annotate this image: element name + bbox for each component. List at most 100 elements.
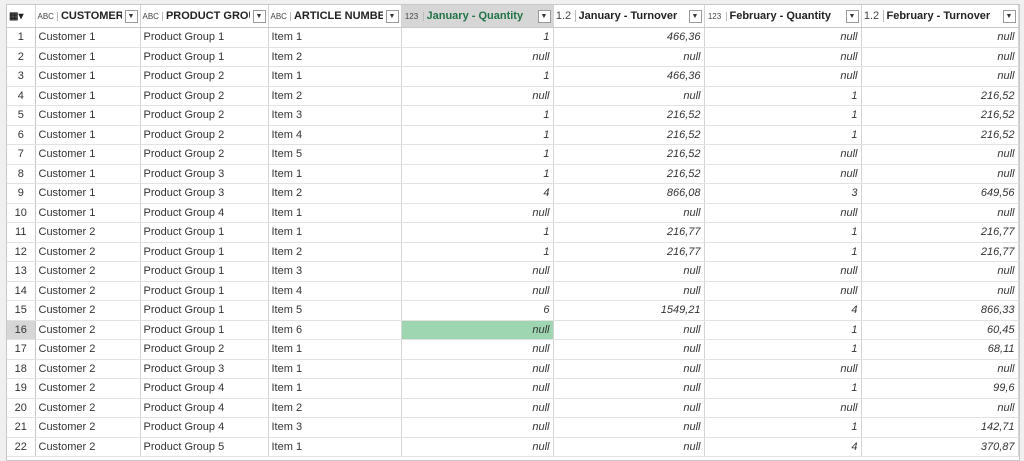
table-cell[interactable]: null [553,417,705,438]
table-row[interactable]: 9 Customer 1 Product Group 3 Item 2 4 866,08 3… [7,183,1019,204]
table-cell[interactable]: 6 [401,300,554,321]
row-number[interactable]: 20 [7,398,36,418]
column-type-icon[interactable]: ABC [143,11,163,21]
table-cell[interactable]: Product Group 4 [140,203,269,223]
table-cell[interactable]: Product Group 2 [140,66,269,87]
row-number[interactable]: 21 [7,417,36,438]
table-cell[interactable]: Product Group 2 [140,125,269,145]
table-cell[interactable]: 1 [704,86,862,106]
table-cell[interactable]: null [553,281,705,301]
table-cell[interactable]: 1 [401,242,554,262]
row-number[interactable]: 2 [7,47,36,67]
table-cell[interactable]: 1549,21 [553,300,705,321]
table-cell[interactable]: null [704,164,862,184]
table-cell[interactable]: Product Group 1 [140,242,269,262]
table-cell[interactable]: Product Group 3 [140,164,269,184]
table-cell[interactable]: null [704,47,862,67]
table-cell[interactable]: 866,08 [553,183,705,204]
table-cell[interactable]: 216,52 [861,105,1019,126]
table-cell[interactable]: Item 1 [268,339,402,360]
table-cell[interactable]: 649,56 [861,183,1019,204]
table-cell[interactable]: null [553,320,705,340]
table-cell[interactable]: 142,71 [861,417,1019,438]
table-cell[interactable]: 1 [401,27,554,48]
column-header-customer[interactable]: ABC CUSTOMER ▼ [35,5,141,28]
table-cell[interactable]: Product Group 5 [140,437,269,457]
table-cell[interactable]: null [704,27,862,48]
table-cell[interactable]: null [401,320,554,340]
table-cell[interactable]: 4 [704,300,862,321]
column-header-product-group[interactable]: ABCPRODUCT GROUP▼ [140,5,269,28]
row-number[interactable]: 19 [7,378,36,399]
table-cell[interactable]: null [401,378,554,399]
table-cell[interactable]: Customer 1 [35,27,141,48]
table-cell[interactable]: null [861,27,1019,48]
table-cell[interactable]: 99,6 [861,378,1019,399]
table-cell[interactable]: Product Group 1 [140,27,269,48]
table-cell[interactable]: Product Group 1 [140,300,269,321]
table-cell[interactable]: Product Group 4 [140,417,269,438]
table-cell[interactable]: Product Group 2 [140,86,269,106]
table-row[interactable]: 15 Customer 2 Product Group 1 Item 5 6 1549,2… [7,300,1019,321]
table-cell[interactable]: 60,45 [861,320,1019,340]
row-number[interactable]: 11 [7,222,36,243]
row-number[interactable]: 15 [7,300,36,321]
table-cell[interactable]: null [401,398,554,418]
table-cell[interactable]: Customer 2 [35,242,141,262]
column-header-february-turnover[interactable]: 1.2 February - Turnover ▼ [861,5,1019,28]
table-cell[interactable]: Item 2 [268,242,402,262]
table-row[interactable]: 21 Customer 2 Product Group 4 Item 3 null nul… [7,417,1019,438]
table-cell[interactable]: Item 1 [268,437,402,457]
row-number[interactable]: 17 [7,339,36,360]
table-cell[interactable]: null [704,203,862,223]
table-cell[interactable]: null [553,86,705,106]
table-cell[interactable]: null [704,359,862,379]
table-row[interactable]: 16 Customer 2 Product Group 1 Item 6 null nul… [7,320,1019,340]
table-cell[interactable]: Customer 1 [35,164,141,184]
table-cell[interactable]: Customer 1 [35,183,141,204]
table-cell[interactable]: null [861,359,1019,379]
row-number[interactable]: 9 [7,183,36,204]
table-row[interactable]: 13 Customer 2 Product Group 1 Item 3 null nul… [7,261,1019,282]
table-cell[interactable]: null [704,398,862,418]
table-cell[interactable]: null [553,437,705,457]
row-number[interactable]: 22 [7,437,36,457]
row-number[interactable]: 16 [7,320,36,340]
table-cell[interactable]: 1 [704,378,862,399]
row-number[interactable]: 10 [7,203,36,223]
table-cell[interactable]: null [704,66,862,87]
table-row[interactable]: 11 Customer 2 Product Group 1 Item 1 1 216,77… [7,222,1019,243]
row-number[interactable]: 18 [7,359,36,379]
table-cell[interactable]: Product Group 3 [140,183,269,204]
table-row[interactable]: 22 Customer 2 Product Group 5 Item 1 null nul… [7,437,1019,457]
table-cell[interactable]: 216,52 [553,105,705,126]
table-cell[interactable]: Product Group 1 [140,222,269,243]
table-cell[interactable]: Item 1 [268,203,402,223]
column-type-icon[interactable]: 1.2 [864,10,884,22]
table-cell[interactable]: 216,52 [861,125,1019,145]
table-cell[interactable]: null [861,47,1019,67]
column-type-icon[interactable]: ABC [271,11,291,21]
table-cell[interactable]: 370,87 [861,437,1019,457]
table-cell[interactable]: null [861,261,1019,282]
table-cell[interactable]: 1 [401,164,554,184]
table-menu-button[interactable]: ▦▾ [7,5,36,28]
column-header-january-turnover[interactable]: 1.2 January - Turnover ▼ [553,5,705,28]
table-cell[interactable]: Customer 2 [35,261,141,282]
table-cell[interactable]: null [401,281,554,301]
table-cell[interactable]: 216,77 [553,242,705,262]
table-cell[interactable]: null [704,144,862,165]
table-cell[interactable]: 1 [704,339,862,360]
table-cell[interactable]: Product Group 3 [140,359,269,379]
row-number[interactable]: 3 [7,66,36,87]
table-cell[interactable]: Item 1 [268,27,402,48]
table-cell[interactable]: 1 [401,105,554,126]
filter-dropdown-icon[interactable]: ▼ [385,9,399,23]
table-row[interactable]: 1 Customer 1 Product Group 1 Item 1 1 466,36 n… [7,27,1019,48]
table-cell[interactable]: null [861,66,1019,87]
filter-dropdown-icon[interactable]: ▼ [688,9,702,23]
table-row[interactable]: 17 Customer 2 Product Group 2 Item 1 null nul… [7,339,1019,360]
table-cell[interactable]: Customer 2 [35,300,141,321]
table-cell[interactable]: Item 4 [268,281,402,301]
table-cell[interactable]: Item 1 [268,222,402,243]
